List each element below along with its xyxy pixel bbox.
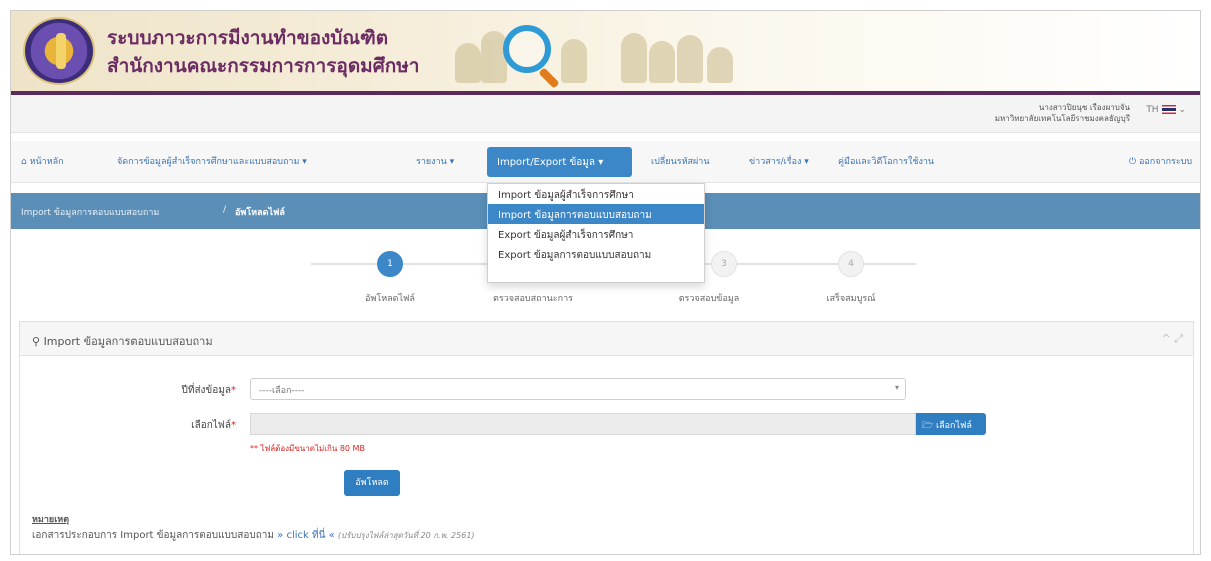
nav-manual[interactable]: คู่มือและวิดีโอการใช้งาน bbox=[838, 154, 934, 168]
banner-graduates-illustration bbox=[445, 19, 805, 87]
note-updated: (ปรับปรุงไฟล์ล่าสุดวันที่ 20 ก.พ. 2561) bbox=[337, 531, 475, 540]
page: ระบบภาวะการมีงานทำของบัณฑิต สำนักงานคณะก… bbox=[0, 0, 1211, 561]
step-3-label: ตรวจสอบข้อมูล bbox=[678, 294, 740, 304]
year-select-value: ----เลือก---- bbox=[259, 386, 305, 396]
nav-logout-label: ออกจากระบบ bbox=[1139, 157, 1193, 167]
nav-home-label: หน้าหลัก bbox=[29, 157, 64, 167]
nav-manage-label: จัดการข้อมูลผู้สำเร็จการศึกษาและแบบสอบถา… bbox=[117, 157, 300, 167]
note-line: เอกสารประกอบการ Import ข้อมูลการตอบแบบสอ… bbox=[32, 528, 475, 543]
year-select[interactable]: ----เลือก---- ▾ bbox=[250, 378, 906, 400]
required-mark: * bbox=[231, 420, 236, 431]
nav-logout[interactable]: ⏻ ออกจากระบบ bbox=[1129, 154, 1192, 168]
magnifier-icon bbox=[503, 25, 551, 73]
breadcrumb-parent[interactable]: Import ข้อมูลการตอบแบบสอบถาม bbox=[21, 205, 159, 219]
home-icon: ⌂ bbox=[21, 157, 27, 167]
file-label: เลือกไฟล์* bbox=[116, 418, 236, 433]
user-organization: มหาวิทยาลัยเทคโนโลยีราชมงคลธัญบุรี bbox=[994, 114, 1130, 123]
file-label-text: เลือกไฟล์ bbox=[191, 420, 231, 431]
year-label: ปีที่ส่งข้อมูล* bbox=[116, 383, 237, 398]
file-size-hint: ** ไฟล์ต้องมีขนาดไม่เกิน 80 MB bbox=[250, 444, 365, 453]
panel-collapse-expand-icons[interactable]: ^ ⤢ bbox=[1161, 332, 1183, 346]
menu-item-import-survey[interactable]: Import ข้อมูลการตอบแบบสอบถาม bbox=[488, 204, 704, 224]
browse-file-label: เลือกไฟล์ bbox=[936, 421, 972, 431]
language-code: TH bbox=[1146, 105, 1159, 115]
language-selector[interactable]: TH ⌄ bbox=[1146, 105, 1186, 115]
nav-manage[interactable]: จัดการข้อมูลผู้สำเร็จการศึกษาและแบบสอบถา… bbox=[117, 154, 307, 168]
note-title: หมายเหตุ bbox=[32, 515, 70, 525]
caret-down-icon: ▾ bbox=[804, 157, 809, 167]
caret-down-icon: ▾ bbox=[302, 157, 307, 167]
main-navbar: ⌂ หน้าหลัก จัดการข้อมูลผู้สำเร็จการศึกษา… bbox=[11, 141, 1200, 183]
site-subtitle: สำนักงานคณะกรรมการการอุดมศึกษา bbox=[107, 55, 420, 77]
user-name: นางสาวปิยนุช เรืองผาบจัน bbox=[1038, 103, 1130, 112]
site-title: ระบบภาวะการมีงานทำของบัณฑิต bbox=[107, 27, 389, 49]
breadcrumb-separator: / bbox=[223, 205, 227, 215]
panel-title: ⚲ Import ข้อมูลการตอบแบบสอบถาม bbox=[32, 332, 213, 350]
nav-import-export[interactable]: Import/Export ข้อมูล ▾ bbox=[487, 147, 632, 177]
menu-item-import-graduates[interactable]: Import ข้อมูลผู้สำเร็จการศึกษา bbox=[488, 184, 704, 204]
menu-item-export-graduates[interactable]: Export ข้อมูลผู้สำเร็จการศึกษา bbox=[488, 224, 704, 244]
panel-title-text: Import ข้อมูลการตอบแบบสอบถาม bbox=[43, 335, 213, 348]
download-doc-link[interactable]: » click ที่นี่ « bbox=[277, 530, 335, 541]
chevron-down-icon: ▾ bbox=[894, 383, 899, 392]
chevron-down-icon: ⌄ bbox=[1178, 105, 1186, 115]
menu-item-export-survey[interactable]: Export ข้อมูลการตอบแบบสอบถาม bbox=[488, 244, 704, 264]
nav-import-export-label: Import/Export ข้อมูล bbox=[497, 157, 596, 168]
year-label-text: ปีที่ส่งข้อมูล bbox=[181, 385, 232, 396]
file-path-input[interactable] bbox=[250, 413, 916, 435]
required-mark: * bbox=[231, 385, 236, 396]
thai-flag-icon bbox=[1161, 105, 1176, 114]
user-strip: นางสาวปิยนุช เรืองผาบจัน มหาวิทยาลัยเทคโ… bbox=[11, 95, 1200, 133]
folder-icon: 🗁 bbox=[922, 421, 934, 431]
caret-down-icon: ▾ bbox=[598, 157, 604, 168]
power-icon: ⏻ bbox=[1129, 157, 1137, 167]
nav-home[interactable]: ⌂ หน้าหลัก bbox=[21, 154, 64, 168]
import-export-dropdown: Import ข้อมูลผู้สำเร็จการศึกษา Import ข้… bbox=[487, 183, 705, 283]
panel-header: ⚲ Import ข้อมูลการตอบแบบสอบถาม ^ ⤢ bbox=[20, 322, 1193, 356]
caret-down-icon: ▾ bbox=[449, 157, 455, 167]
step-1-dot: 1 bbox=[377, 251, 403, 277]
step-4-label: เสร็จสมบูรณ์ bbox=[826, 294, 876, 304]
browser-viewport: ระบบภาวะการมีงานทำของบัณฑิต สำนักงานคณะก… bbox=[10, 10, 1201, 555]
step-3-dot: 3 bbox=[711, 251, 737, 277]
step-4-dot: 4 bbox=[838, 251, 864, 277]
import-panel: ⚲ Import ข้อมูลการตอบแบบสอบถาม ^ ⤢ ปีที่… bbox=[19, 321, 1194, 554]
step-1-label: อัพโหลดไฟล์ bbox=[365, 294, 415, 304]
ohec-logo bbox=[23, 17, 95, 85]
note-text: เอกสารประกอบการ Import ข้อมูลการตอบแบบสอ… bbox=[32, 530, 274, 541]
breadcrumb-current: อัพโหลดไฟล์ bbox=[235, 208, 285, 218]
step-2-label: ตรวจสอบสถานะการ bbox=[493, 294, 573, 304]
browse-file-button[interactable]: 🗁 เลือกไฟล์ bbox=[916, 413, 986, 435]
nav-change-password[interactable]: เปลี่ยนรหัสผ่าน bbox=[651, 154, 709, 168]
nav-news[interactable]: ข่าวสาร/เรื่อง ▾ bbox=[749, 154, 809, 168]
user-info[interactable]: นางสาวปิยนุช เรืองผาบจัน มหาวิทยาลัยเทคโ… bbox=[995, 102, 1130, 124]
upload-button[interactable]: อัพโหลด bbox=[344, 470, 400, 496]
nav-reports[interactable]: รายงาน ▾ bbox=[416, 154, 454, 168]
site-banner: ระบบภาวะการมีงานทำของบัณฑิต สำนักงานคณะก… bbox=[11, 11, 1200, 91]
search-icon: ⚲ bbox=[32, 335, 41, 348]
nav-news-label: ข่าวสาร/เรื่อง bbox=[749, 157, 802, 167]
nav-reports-label: รายงาน bbox=[416, 157, 447, 167]
